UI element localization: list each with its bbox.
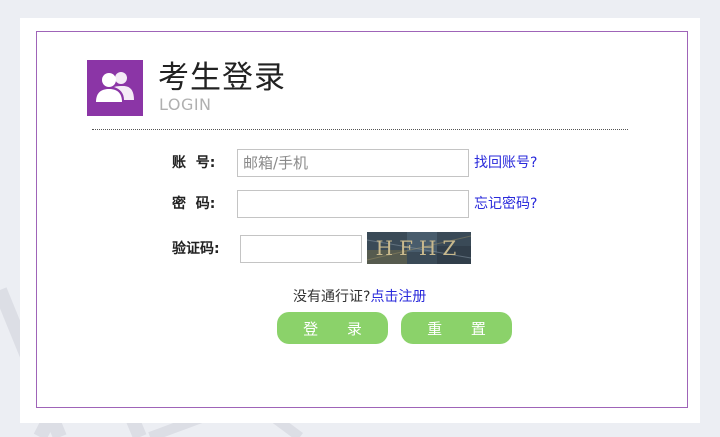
password-label: 密 码:	[172, 196, 216, 212]
logo	[87, 60, 143, 116]
register-prompt: 没有通行证?点击注册	[293, 287, 426, 307]
register-link[interactable]: 点击注册	[370, 289, 426, 305]
forgot-account-link[interactable]: 找回账号?	[474, 153, 537, 173]
captcha-label: 验证码:	[172, 241, 220, 257]
login-button[interactable]: 登 录	[277, 312, 388, 344]
page-subtitle: LOGIN	[159, 95, 212, 114]
captcha-image[interactable]: HFHZ	[367, 232, 471, 264]
password-input[interactable]	[237, 190, 469, 218]
header-divider	[92, 129, 628, 130]
page-title: 考生登录	[158, 60, 286, 96]
account-input[interactable]	[237, 149, 469, 177]
reset-button[interactable]: 重 置	[401, 312, 512, 344]
captcha-input[interactable]	[240, 235, 362, 263]
register-prompt-text: 没有通行证?	[293, 289, 371, 305]
login-card: 考生登录 LOGIN 账 号: 找回账号? 密 码: 忘记密码? 验证码: HF…	[20, 18, 700, 423]
captcha-text: HFHZ	[375, 236, 463, 260]
account-label: 账 号:	[172, 155, 216, 171]
login-frame: 考生登录 LOGIN 账 号: 找回账号? 密 码: 忘记密码? 验证码: HF…	[36, 31, 688, 408]
users-icon	[96, 72, 134, 102]
forgot-password-link[interactable]: 忘记密码?	[474, 194, 537, 214]
